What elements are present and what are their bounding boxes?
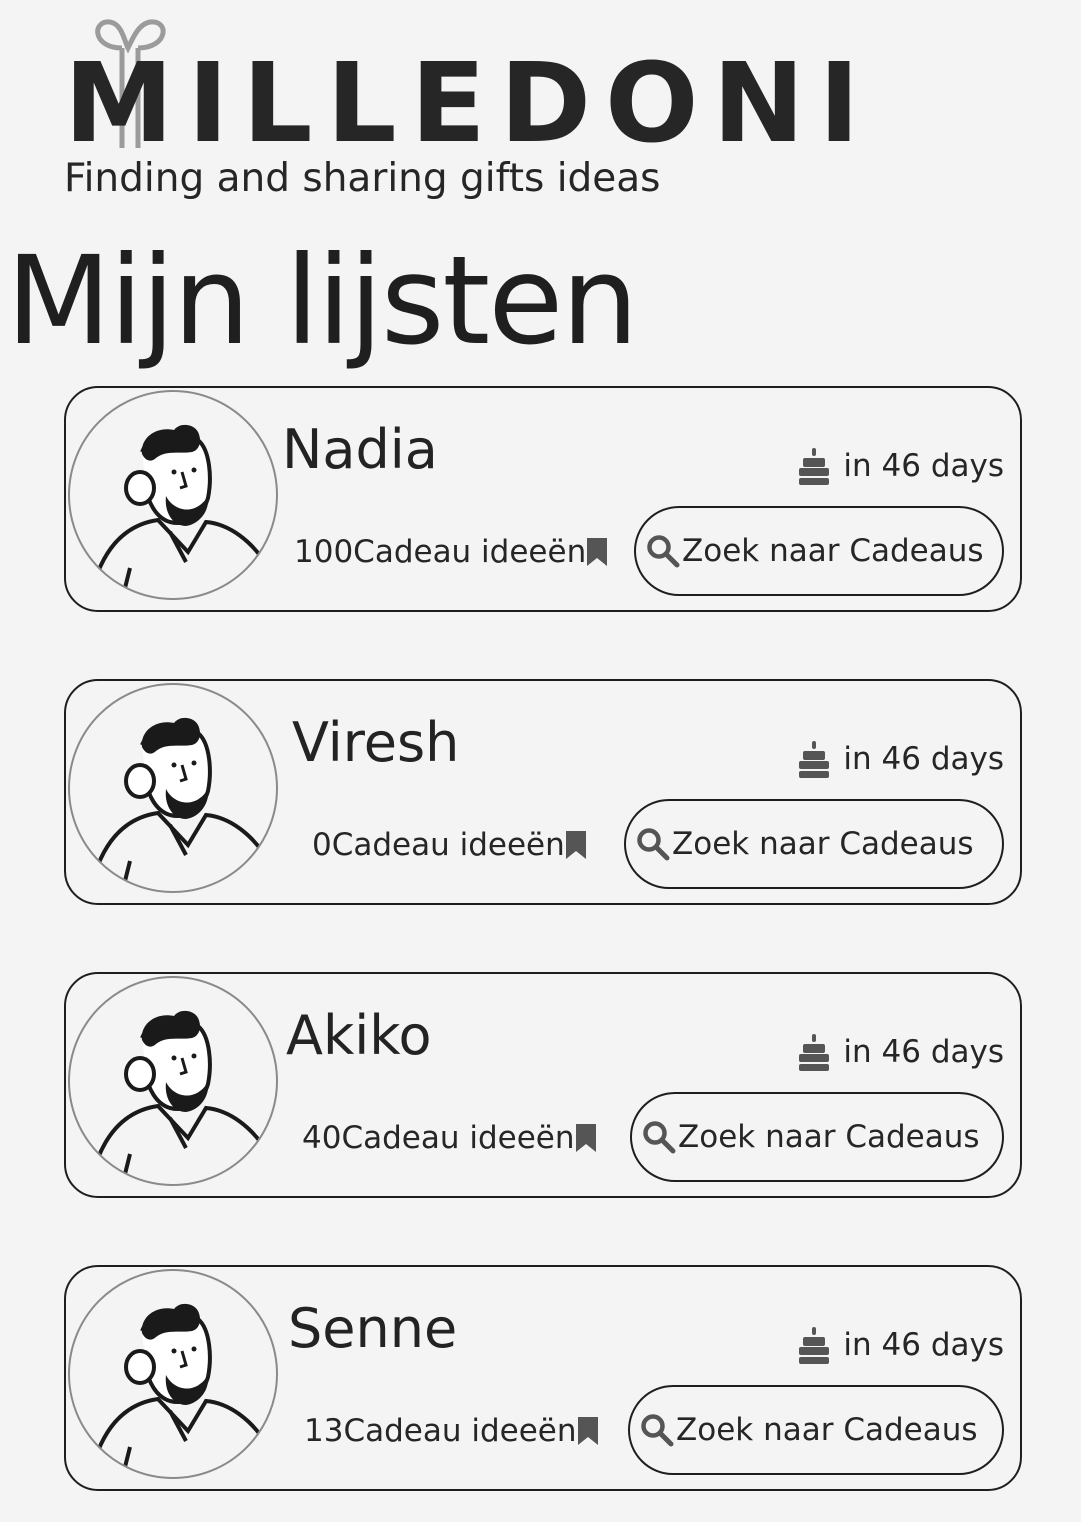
list-name[interactable]: Akiko [286, 1004, 432, 1068]
search-button-label: Zoek naar Cadeaus [678, 1119, 980, 1155]
birthday-cake-icon [799, 448, 830, 485]
avatar [68, 976, 278, 1186]
idea-count-label: Cadeau ideeën [353, 534, 587, 570]
bookmark-icon [575, 1124, 596, 1152]
birthday-info: in 46 days [797, 446, 1004, 486]
page-title: Mijn lijsten [6, 230, 639, 372]
idea-count[interactable]: 13 Cadeau ideeën [304, 1411, 599, 1451]
logo-wordmark: MILLEDONI [64, 39, 874, 167]
birthday-text: in 46 days [843, 1034, 1004, 1070]
search-button-label: Zoek naar Cadeaus [682, 533, 984, 569]
tagline: Finding and sharing gifts ideas [64, 156, 661, 201]
logo[interactable]: MILLEDONI [64, 18, 860, 158]
birthday-text: in 46 days [843, 741, 1004, 777]
birthday-info: in 46 days [797, 1325, 1004, 1365]
list-card-senne[interactable]: Senne in 46 days 13 Cadeau ideeën Zoek n… [64, 1265, 1022, 1491]
search-icon [636, 827, 670, 861]
bookmark-icon [565, 831, 586, 859]
birthday-cake-icon [799, 1327, 830, 1364]
list-card-nadia[interactable]: Nadia in 46 days 100 Cadeau ideeën Zoek … [64, 386, 1022, 612]
list-name[interactable]: Viresh [292, 711, 459, 775]
birthday-info: in 46 days [797, 1032, 1004, 1072]
search-gifts-button[interactable]: Zoek naar Cadeaus [624, 799, 1004, 889]
list-card-akiko[interactable]: Akiko in 46 days 40 Cadeau ideeën Zoek n… [64, 972, 1022, 1198]
search-gifts-button[interactable]: Zoek naar Cadeaus [628, 1385, 1004, 1475]
search-gifts-button[interactable]: Zoek naar Cadeaus [630, 1092, 1004, 1182]
list-name[interactable]: Nadia [282, 418, 438, 482]
idea-count[interactable]: 0 Cadeau ideeën [312, 825, 587, 865]
bookmark-icon [577, 1417, 598, 1445]
idea-count-label: Cadeau ideeën [331, 827, 565, 863]
bookmark-icon [587, 538, 608, 566]
birthday-text: in 46 days [843, 1327, 1004, 1363]
avatar [68, 683, 278, 893]
birthday-text: in 46 days [843, 448, 1004, 484]
search-icon [646, 534, 680, 568]
birthday-cake-icon [799, 741, 830, 778]
idea-count-number: 13 [304, 1413, 344, 1449]
idea-count-number: 0 [312, 827, 332, 863]
search-gifts-button[interactable]: Zoek naar Cadeaus [634, 506, 1004, 596]
idea-count-label: Cadeau ideeën [341, 1120, 575, 1156]
avatar [68, 390, 278, 600]
idea-count[interactable]: 40 Cadeau ideeën [302, 1118, 597, 1158]
search-icon [642, 1120, 676, 1154]
idea-count-label: Cadeau ideeën [343, 1413, 577, 1449]
birthday-info: in 46 days [797, 739, 1004, 779]
search-button-label: Zoek naar Cadeaus [672, 826, 974, 862]
list-card-viresh[interactable]: Viresh in 46 days 0 Cadeau ideeën Zoek n… [64, 679, 1022, 905]
avatar [68, 1269, 278, 1479]
idea-count-number: 40 [302, 1120, 342, 1156]
birthday-cake-icon [799, 1034, 830, 1071]
idea-count-number: 100 [294, 534, 354, 570]
search-button-label: Zoek naar Cadeaus [676, 1412, 978, 1448]
idea-count[interactable]: 100 Cadeau ideeën [294, 532, 608, 572]
search-icon [640, 1413, 674, 1447]
list-name[interactable]: Senne [288, 1297, 457, 1361]
